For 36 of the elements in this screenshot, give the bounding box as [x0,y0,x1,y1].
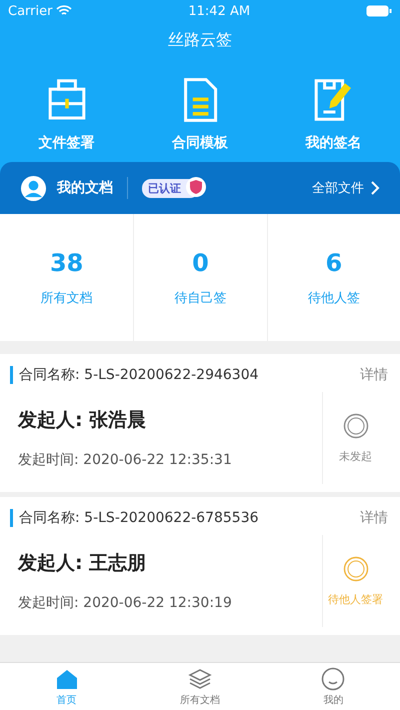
contract-name: 合同名称: 5-LS-20200622-2946304 [10,366,259,384]
avatar-icon [20,174,47,202]
carrier-name: Carrier [8,4,52,18]
tab-item[interactable]: 首页 [26,666,107,706]
tab-item[interactable]: 所有文档 [160,666,240,706]
contract-status: 未发起 [339,448,372,464]
stat-count: 0 [192,248,209,276]
contract-name: 合同名称: 5-LS-20200622-6785536 [10,509,259,527]
initiator-name: 发起人: 张浩晨 [18,408,148,433]
shortcut-button[interactable]: 我的签名 [273,76,394,152]
stat-label: 待他人签 [308,290,360,306]
chevron-right-icon [370,180,380,196]
stat-label: 待自己签 [174,290,226,306]
smiley-icon [321,666,346,690]
tab-item[interactable]: 我的 [293,666,374,706]
my-documents-label: 我的文档 [57,179,113,197]
shortcut-button[interactable]: 文件签署 [6,76,127,152]
shortcut-button[interactable]: 合同模板 [140,76,260,152]
initiated-time: 发起时间: 2020-06-22 12:30:19 [18,594,233,612]
wifi-icon [56,5,72,17]
stat-label: 所有文档 [40,290,93,306]
initiated-time: 发起时间: 2020-06-22 12:35:31 [18,451,233,469]
layers-icon [188,666,212,690]
initiator-name: 发起人: 王志朋 [18,551,148,576]
shield-icon [185,176,207,198]
stat-count: 38 [50,248,84,276]
all-files-link[interactable]: 全部文件 [312,179,380,197]
details-link[interactable]: 详情 [360,366,388,384]
battery-icon [366,5,392,17]
app-title: 丝路云签 [167,29,233,51]
details-link[interactable]: 详情 [360,509,388,527]
contract-card[interactable]: 合同名称: 5-LS-20200622-2946304 详情 发起人: 张浩晨 发起时间: 2020-06-22 12:35:31 未发起 [0,354,400,492]
contract-card[interactable]: 合同名称: 5-LS-20200622-6785536 详情 发起人: 王志朋 发起时间: 2020-06-22 12:30:19 待他人签署 [0,497,400,635]
contract-status: 待他人签署 [328,592,383,606]
stat-count: 6 [325,248,342,276]
clock-time: 11:42 AM [188,4,250,18]
